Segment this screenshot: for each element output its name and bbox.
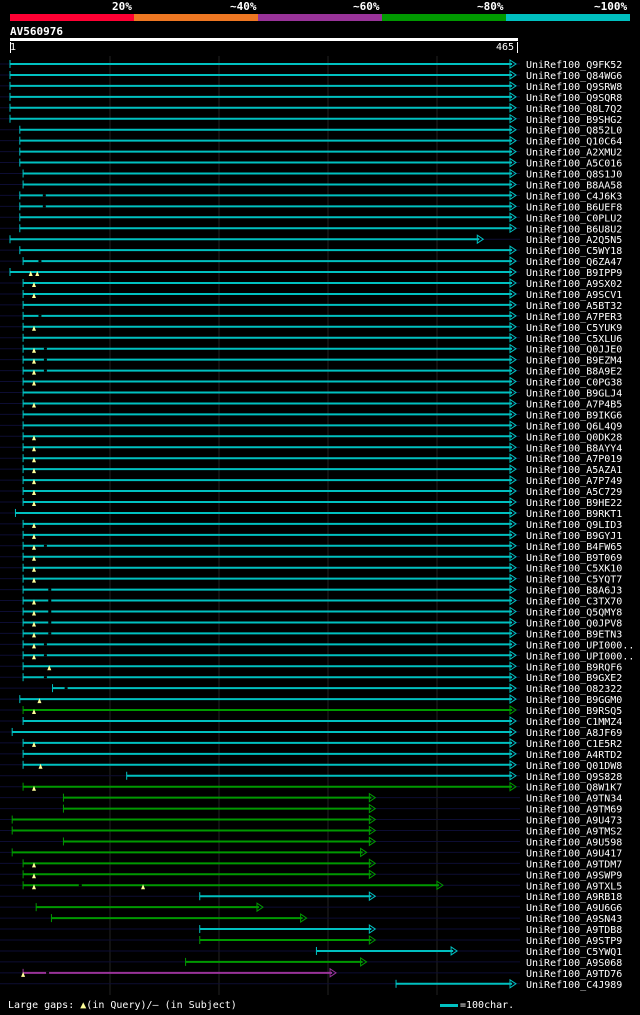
hit-label: UniRef100_A9SX02 (526, 279, 622, 290)
hit-label: UniRef100_A5AZA1 (526, 465, 622, 476)
hit-label: UniRef100_Q9SRW8 (526, 82, 622, 93)
hit-label: UniRef100_C1MMZ4 (526, 717, 622, 728)
hit-label: UniRef100_B9GGM0 (526, 695, 622, 706)
hit-label: UniRef100_A9S068 (526, 958, 622, 969)
hit-label: UniRef100_Q8L7Q2 (526, 104, 622, 115)
hit-label: UniRef100_A9STP9 (526, 936, 622, 947)
hit-label: UniRef100_B9RSQ5 (526, 706, 622, 717)
hit-label: UniRef100_A9TDB8 (526, 925, 622, 936)
hit-label: UniRef100_B9GLJ4 (526, 389, 622, 400)
hit-label: UniRef100_A5C016 (526, 159, 622, 170)
hit-label: UniRef100_Q5QMY8 (526, 608, 622, 619)
hit-label: UniRef100_A7PER3 (526, 312, 622, 323)
hit-label: UniRef100_A9U473 (526, 816, 622, 827)
hit-label: UniRef100_A5C729 (526, 487, 622, 498)
scale-bar-icon (440, 1003, 458, 1007)
hit-label: UniRef100_A7P749 (526, 476, 622, 487)
hit-label: UniRef100_Q9S828 (526, 772, 622, 783)
hit-label: UniRef100_C0PLU2 (526, 213, 622, 224)
hit-label: UniRef100_B8A6J3 (526, 586, 622, 597)
hit-label: UniRef100_A9TXL5 (526, 881, 622, 892)
hit-label: UniRef100_Q0JJE0 (526, 345, 622, 356)
hit-label: UniRef100_Q9SQR8 (526, 93, 622, 104)
hit-label: UniRef100_A8JF69 (526, 728, 622, 739)
hit-label: UniRef100_Q01DW8 (526, 761, 622, 772)
hit-label: UniRef100_Q9LID3 (526, 520, 622, 531)
hit-label: UniRef100_A9U417 (526, 848, 622, 859)
hit-label: UniRef100_B6U8U2 (526, 224, 622, 235)
hit-label: UniRef100_B8AA58 (526, 180, 622, 191)
hit-label: UniRef100_B6UEF8 (526, 202, 622, 213)
alignment-hits: UniRef100_Q9FK52UniRef100_Q84WG6UniRef10… (0, 56, 634, 995)
hit-label: UniRef100_A9SWP9 (526, 870, 622, 881)
hit-label: UniRef100_B9EZM4 (526, 356, 622, 367)
hit-label: UniRef100_Q10C64 (526, 137, 622, 148)
hit-label: UniRef100_Q6ZA47 (526, 257, 622, 268)
hit-label: UniRef100_A2XMU2 (526, 148, 622, 159)
hit-label: UniRef100_B9RQF6 (526, 662, 622, 673)
hit-label: UniRef100_A9RB18 (526, 892, 622, 903)
hit-label: UniRef100_Q6L4Q9 (526, 421, 622, 432)
hit-label: UniRef100_C0PG38 (526, 378, 622, 389)
hit-label: UniRef100_B4FW65 (526, 542, 622, 553)
hit-label: UniRef100_B9SHG2 (526, 115, 622, 126)
hit-label: UniRef100_C5YUK9 (526, 323, 622, 334)
hit-label: UniRef100_A5BT32 (526, 301, 622, 312)
hit-label: UniRef100_A9SN43 (526, 914, 622, 925)
hit-label: UniRef100_Q852L0 (526, 126, 622, 137)
hit-label: UniRef100_A9TM69 (526, 805, 622, 816)
hit-label: UniRef100_B9IKG6 (526, 410, 622, 421)
hit-label: UniRef100_A9TMS2 (526, 827, 622, 838)
hit-label: UniRef100_C5XK10 (526, 564, 622, 575)
hit-label: UniRef100_B9RKT1 (526, 509, 622, 520)
hit-label: UniRef100_A9SCV1 (526, 290, 622, 301)
hit-label: UniRef100_C5WY18 (526, 246, 622, 257)
hit-label: UniRef100_A2Q5N5 (526, 235, 622, 246)
hit-label: UniRef100_UPI000.. (526, 640, 634, 651)
hit-label: UniRef100_UPI000.. (526, 651, 634, 662)
hit-label: UniRef100_B9GYJ1 (526, 531, 622, 542)
hit-label: UniRef100_Q0DK28 (526, 432, 622, 443)
hit-label: UniRef100_C5YWQ1 (526, 947, 622, 958)
hit-label: UniRef100_Q8W1K7 (526, 783, 622, 794)
scale-label: =100char. (460, 1000, 515, 1011)
query-gap-label: (in Query)/ (86, 1000, 153, 1011)
hit-label: UniRef100_A9TDM7 (526, 859, 622, 870)
hit-label: UniRef100_Q0JPV8 (526, 618, 622, 629)
hit-label: UniRef100_A9U6G6 (526, 903, 622, 914)
hit-label: UniRef100_C5YQT7 (526, 575, 622, 586)
subject-gap-label: – (in Subject) (152, 1000, 237, 1011)
hit-label: UniRef100_C4J6K3 (526, 191, 622, 202)
hit-label: UniRef100_A9TN34 (526, 794, 622, 805)
hit-label: UniRef100_A7P019 (526, 454, 622, 465)
footer-legend: Large gaps: ▲(in Query)/– (in Subject) (8, 1000, 237, 1011)
hit-label: UniRef100_B9HE22 (526, 498, 622, 509)
hit-label: UniRef100_Q9FK52 (526, 60, 622, 71)
hit-label: UniRef100_O82322 (526, 684, 622, 695)
hit-label: UniRef100_A7P4B5 (526, 399, 622, 410)
hit-label: UniRef100_B9ETN3 (526, 629, 622, 640)
hit-label: UniRef100_A9TD76 (526, 969, 622, 980)
hit-label: UniRef100_B8A9E2 (526, 367, 622, 378)
hit-label: UniRef100_C4J989 (526, 980, 622, 991)
hit-label: UniRef100_C5XLU6 (526, 334, 622, 345)
hit-label: UniRef100_C1E5R2 (526, 739, 622, 750)
hit-label: UniRef100_B9T069 (526, 553, 622, 564)
hit-label: UniRef100_B9IPP9 (526, 268, 622, 279)
hit-label: UniRef100_B9GXE2 (526, 673, 622, 684)
hit-label: UniRef100_A4RTD2 (526, 750, 622, 761)
hit-label: UniRef100_A9U598 (526, 837, 622, 848)
scale-legend: =100char. (440, 1000, 514, 1011)
hit-label: UniRef100_Q84WG6 (526, 71, 622, 82)
hit-label: UniRef100_Q8S1J0 (526, 170, 622, 181)
hit-label: UniRef100_B8AYY4 (526, 443, 622, 454)
hit-label: UniRef100_C3TX70 (526, 597, 622, 608)
gaps-label: Large gaps: (8, 1000, 75, 1011)
